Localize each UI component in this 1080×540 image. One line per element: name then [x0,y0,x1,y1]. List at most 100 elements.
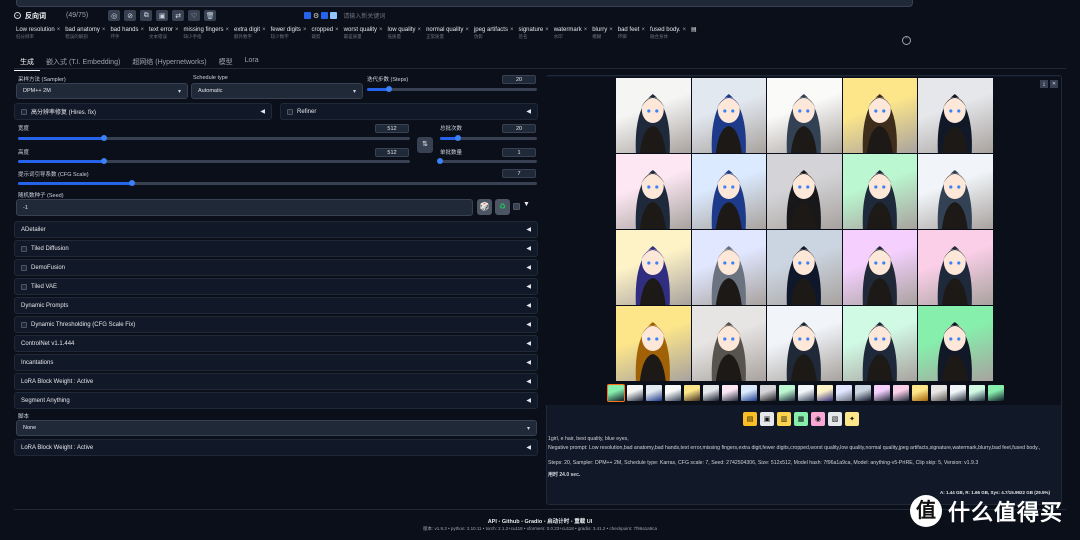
result-image[interactable] [767,230,842,305]
batch-size-number[interactable]: 1 [502,148,536,157]
trash-icon[interactable]: 🗑 [204,10,217,21]
expand-icon[interactable]: ⌃ [902,36,911,45]
result-image-grid[interactable] [616,78,993,381]
hires-fix-accordion[interactable]: 高分辨率修复 (Hires. fix) ◀ [14,103,272,120]
gallery-thumbnail[interactable] [988,385,1004,401]
result-image[interactable] [616,230,691,305]
swap-dimensions-button[interactable]: ⇅ [417,137,433,153]
remove-tag-icon[interactable]: × [418,27,422,33]
gallery-thumbnail[interactable] [741,385,757,401]
steps-number[interactable]: 20 [502,75,536,84]
gallery-thumbnail[interactable] [931,385,947,401]
keyword-input-placeholder[interactable]: 请输入新关键词 [343,11,385,20]
gallery-thumbnail[interactable] [779,385,795,401]
tag-chip[interactable]: Low resolution × 低分辨率 [16,26,60,47]
lora-block-weight-accordion[interactable]: LoRA Block Weight : Active ◀ [14,439,538,456]
negative-prompt-box[interactable] [16,0,913,7]
steps-slider[interactable] [367,86,537,92]
height-number[interactable]: 512 [375,148,409,157]
save-icon[interactable]: ▣ [760,412,774,426]
tag-chip[interactable]: bad hands × 坏手 [110,26,144,47]
seed-input[interactable]: -1 [16,199,473,216]
gallery-thumbnail[interactable] [969,385,985,401]
enable-checkbox[interactable] [21,264,27,271]
height-slider[interactable] [18,158,410,164]
sampler-select[interactable]: DPM++ 2M ▾ [16,83,188,99]
gallery-thumbnail[interactable] [836,385,852,401]
tag-chip[interactable]: blurry × 模糊 [592,26,613,47]
gallery-thumbnail[interactable] [874,385,890,401]
clear-icon[interactable]: ⊘ [124,10,137,21]
gallery-thumbnail[interactable] [607,384,625,402]
batch-count-number[interactable]: 20 [502,124,536,133]
width-slider[interactable] [18,135,410,141]
toggle-checkbox-3[interactable] [330,12,338,19]
expand-seed-icon[interactable]: ▼ [523,201,530,208]
tag-chip[interactable]: extra digit × 额外数字 [234,26,266,47]
result-image[interactable] [842,78,918,153]
remove-tag-icon[interactable]: × [303,27,307,33]
gallery-thumbnail[interactable] [855,385,871,401]
gallery-thumbnail[interactable] [684,385,700,401]
translate-icon[interactable]: ◎ [108,10,121,21]
tag-chip[interactable]: missing fingers × 缺少手指 [184,26,230,47]
collapse-icon[interactable]: ⌄ [14,12,21,19]
remove-tag-icon[interactable]: × [140,27,144,33]
footer-link[interactable]: Github [502,519,520,525]
gallery-thumbnail[interactable] [703,385,719,401]
remove-tag-icon[interactable]: × [641,27,645,33]
accordion-segment-anything[interactable]: Segment Anything ◀ [14,392,538,409]
accordion-lora-block-weight-active[interactable]: LoRA Block Weight : Active ◀ [14,373,538,390]
result-image[interactable] [616,306,691,381]
accordion-dynamic-thresholding-cfg-scale-fix-[interactable]: Dynamic Thresholding (CFG Scale Fix) ◀ [14,316,538,333]
reuse-seed-button[interactable]: ♻ [495,199,510,215]
gallery-thumbnail[interactable] [950,385,966,401]
copy-icon[interactable]: ⧉ [140,10,153,21]
remove-tag-icon[interactable]: × [262,27,266,33]
gallery-thumbnail[interactable] [627,385,643,401]
result-image[interactable] [691,154,767,229]
result-image[interactable] [842,154,918,229]
remove-tag-icon[interactable]: × [57,27,61,33]
remove-tag-icon[interactable]: × [175,27,179,33]
remove-tag-icon[interactable]: × [465,27,469,33]
cfg-number[interactable]: 7 [502,169,536,178]
enable-checkbox[interactable] [21,245,27,252]
tag-chip[interactable]: watermark × 水印 [554,26,588,47]
history-icon[interactable]: ⇄ [172,10,185,21]
gallery-thumbnail[interactable] [893,385,909,401]
result-image[interactable] [616,78,691,153]
result-image[interactable] [691,230,767,305]
remove-tag-icon[interactable]: × [510,27,514,33]
sparkle-icon[interactable]: ✦ [845,412,859,426]
remove-tag-icon[interactable]: × [683,27,687,33]
toggle-checkbox-2[interactable] [321,12,329,19]
result-image[interactable] [616,154,691,229]
gallery-thumbnail[interactable] [760,385,776,401]
accordion-controlnet-v1-1-444[interactable]: ControlNet v1.1.444 ◀ [14,335,538,352]
tag-chip[interactable]: low quality × 低质量 [388,26,422,47]
hires-checkbox[interactable] [21,108,27,115]
enable-checkbox[interactable] [21,283,27,290]
folder-icon[interactable]: ▤ [743,412,757,426]
gallery-thumbnail[interactable] [665,385,681,401]
result-image[interactable] [691,78,767,153]
enable-checkbox[interactable] [21,321,27,328]
gallery-thumbnail[interactable] [912,385,928,401]
send-to-inpaint-icon[interactable]: ◉ [811,412,825,426]
script-select[interactable]: None ▾ [16,420,537,436]
remove-tag-icon[interactable]: × [226,27,230,33]
tag-chip[interactable]: bad anatomy × 错误的解剖 [65,26,105,47]
tag-chip[interactable]: worst quality × 最差质量 [344,26,383,47]
tag-chip[interactable]: bad feet × 坏脚 [618,26,645,47]
result-image[interactable] [767,154,842,229]
tag-chip[interactable]: signature × 签名 [518,26,548,47]
gear-icon[interactable]: ⚙ [313,12,319,20]
refiner-checkbox[interactable] [287,108,293,115]
tag-chip[interactable]: jpeg artifacts × 伪影 [474,26,514,47]
remove-tag-icon[interactable]: × [609,27,613,33]
accordion-dynamic-prompts[interactable]: Dynamic Prompts ◀ [14,297,538,314]
remove-tag-icon[interactable]: × [335,27,339,33]
remove-tag-icon[interactable]: × [379,27,383,33]
tag-chip[interactable]: normal quality × 正常质量 [426,26,469,47]
